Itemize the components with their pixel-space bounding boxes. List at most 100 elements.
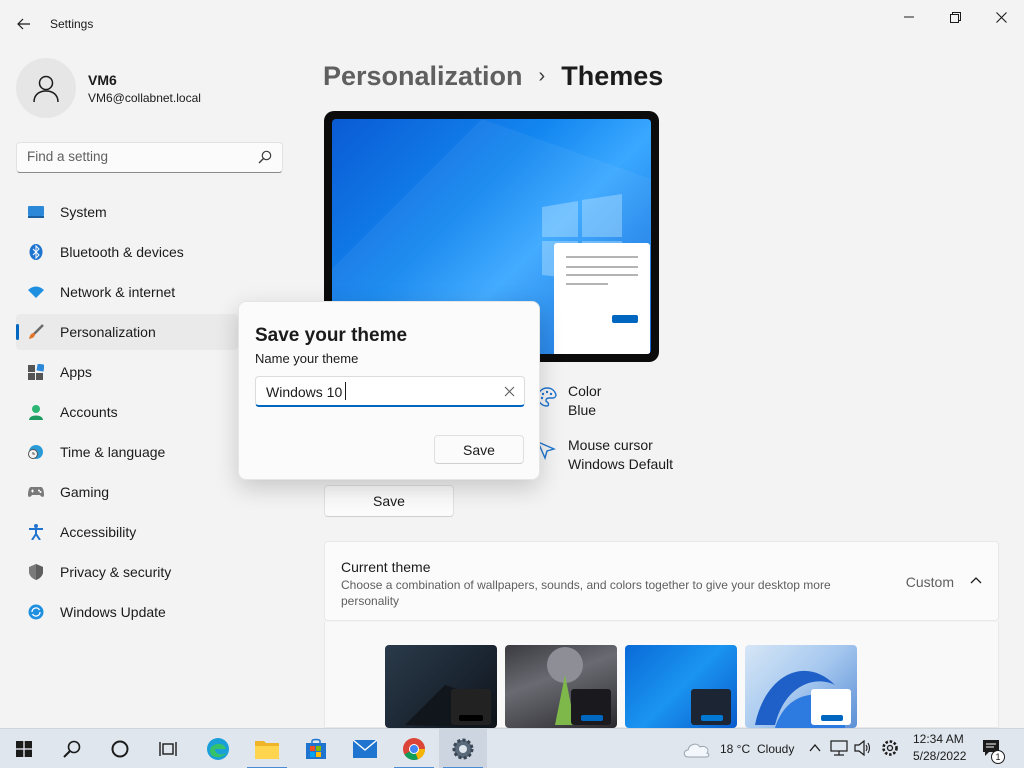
save-theme-button[interactable]: Save [324, 485, 454, 517]
clear-icon[interactable] [504, 384, 515, 402]
update-icon [28, 604, 44, 620]
mouse-cursor-value: Windows Default [568, 456, 674, 472]
search-input[interactable] [27, 149, 247, 164]
sidebar-item-label: Time & language [60, 444, 166, 460]
gamepad-icon [28, 484, 44, 500]
sidebar-item-personalization[interactable]: Personalization [16, 314, 238, 350]
sidebar-item-label: Personalization [60, 324, 156, 340]
search-button[interactable] [48, 729, 96, 768]
save-theme-dialog: Save your theme Name your theme Windows … [238, 301, 540, 480]
page-title: Themes [561, 60, 664, 91]
title-bar: Settings [0, 0, 1024, 48]
color-label: Color [568, 383, 602, 399]
sidebar-item-label: System [60, 204, 107, 220]
minimize-icon [904, 16, 914, 18]
current-theme-card[interactable]: Current theme Choose a combination of wa… [324, 541, 999, 621]
folder-icon [255, 741, 279, 759]
edge-app[interactable] [194, 729, 242, 768]
restore-icon [949, 11, 961, 23]
minimize-button[interactable] [886, 4, 932, 30]
theme-thumbnail[interactable] [505, 645, 617, 728]
back-button[interactable] [12, 12, 36, 36]
current-theme-description: Choose a combination of wallpapers, soun… [341, 578, 831, 608]
person-icon [28, 404, 44, 420]
mail-app[interactable] [341, 729, 389, 768]
sidebar-item-label: Network & internet [60, 284, 176, 300]
edge-icon [207, 738, 229, 760]
sidebar-item-apps[interactable]: Apps [16, 354, 238, 390]
sidebar-item-label: Privacy & security [60, 564, 172, 580]
sidebar-item-label: Accessibility [60, 524, 137, 540]
chrome-app[interactable] [390, 729, 438, 768]
sidebar-item-accessibility[interactable]: Accessibility [16, 514, 238, 550]
breadcrumb-separator: › [538, 64, 546, 87]
theme-thumbnail[interactable] [385, 645, 497, 728]
person-icon [33, 75, 59, 103]
file-explorer-app[interactable] [243, 729, 291, 768]
theme-thumbnail[interactable] [625, 645, 737, 728]
theme-name-value: Windows 10 [266, 384, 343, 400]
wifi-icon [28, 284, 44, 300]
sidebar-item-time-language[interactable]: Time & language [16, 434, 238, 470]
weather-temp[interactable]: 18 °C [720, 742, 750, 756]
clock-date[interactable]: 5/28/2022 [913, 749, 966, 763]
search-box[interactable] [16, 142, 283, 173]
dialog-title: Save your theme [255, 325, 408, 346]
user-email: VM6@collabnet.local [88, 91, 201, 105]
search-icon [63, 740, 81, 758]
breadcrumb-parent[interactable]: Personalization [323, 61, 523, 92]
system-icon [28, 204, 44, 220]
sidebar-item-system[interactable]: System [16, 194, 238, 230]
weather-condition[interactable]: Cloudy [757, 742, 794, 756]
theme-name-label: Name your theme [255, 351, 359, 366]
settings-app[interactable] [439, 729, 487, 768]
clock-time[interactable]: 12:34 AM [913, 732, 964, 746]
restore-button[interactable] [932, 4, 978, 30]
sidebar-item-label: Gaming [60, 484, 110, 500]
sidebar-item-privacy[interactable]: Privacy & security [16, 554, 238, 590]
volume-icon[interactable] [854, 739, 872, 761]
sidebar-item-windows-update[interactable]: Windows Update [16, 594, 238, 630]
breadcrumb: Personalization › Themes [323, 58, 663, 94]
start-button[interactable] [0, 729, 48, 768]
gear-icon[interactable] [881, 739, 899, 762]
avatar[interactable] [16, 58, 76, 118]
color-value: Blue [568, 402, 597, 418]
theme-thumbnail[interactable] [745, 645, 857, 728]
arrow-left-icon [17, 18, 30, 30]
cortana-button[interactable] [96, 729, 144, 768]
text-caret [345, 382, 346, 400]
chevron-up-icon[interactable] [970, 574, 982, 592]
taskbar: 18 °C Cloudy 12:34 AM 5/28/2022 1 [0, 728, 1024, 768]
close-button[interactable] [978, 4, 1024, 30]
dialog-save-button[interactable]: Save [434, 435, 524, 464]
store-icon [306, 738, 326, 759]
close-icon [995, 11, 1007, 23]
task-view-icon [159, 742, 177, 756]
cortana-icon [111, 740, 129, 758]
theme-name-field[interactable]: Windows 10 [255, 376, 525, 407]
sidebar-item-label: Apps [60, 364, 92, 380]
notification-badge: 1 [991, 750, 1005, 764]
sidebar-item-bluetooth[interactable]: Bluetooth & devices [16, 234, 238, 270]
gear-icon [452, 738, 474, 760]
network-icon[interactable] [830, 740, 848, 761]
sidebar-item-network[interactable]: Network & internet [16, 274, 238, 310]
chevron-up-icon[interactable] [808, 741, 822, 760]
search-icon[interactable] [258, 150, 272, 169]
apps-icon [28, 364, 44, 380]
preview-window [554, 243, 650, 354]
chrome-icon [403, 738, 426, 761]
cloud-icon[interactable] [682, 740, 712, 763]
task-view-button[interactable] [144, 729, 192, 768]
sidebar-item-gaming[interactable]: Gaming [16, 474, 238, 510]
accessibility-icon [28, 524, 44, 540]
sidebar-item-accounts[interactable]: Accounts [16, 394, 238, 430]
current-theme-title: Current theme [341, 559, 431, 575]
store-app[interactable] [292, 729, 340, 768]
user-name: VM6 [88, 72, 117, 88]
app-title: Settings [50, 17, 94, 31]
windows-start-icon [16, 741, 32, 757]
bluetooth-icon [28, 244, 44, 260]
mouse-cursor-label: Mouse cursor [568, 437, 653, 453]
